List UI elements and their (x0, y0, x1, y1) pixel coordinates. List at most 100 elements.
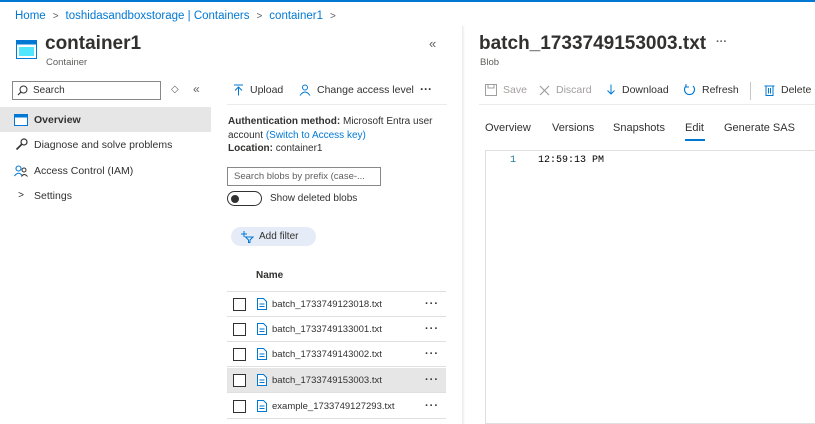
show-deleted-label: Show deleted blobs (270, 193, 358, 204)
delete-button[interactable]: Delete (764, 84, 811, 96)
trash-icon (764, 84, 775, 96)
tab-snapshots[interactable]: Snapshots (613, 122, 665, 134)
upload-icon (233, 84, 244, 96)
filter-add-icon (240, 230, 254, 243)
blob-prefix-placeholder: Search blobs by prefix (case-... (234, 171, 365, 182)
wrench-icon (14, 138, 28, 151)
breadcrumb-container[interactable]: container1 (269, 10, 323, 22)
breadcrumb-home[interactable]: Home (15, 10, 46, 22)
breadcrumb: Home > toshidasandboxstorage | Container… (15, 10, 343, 22)
column-header-name[interactable]: Name (256, 270, 283, 281)
chevron-right-icon: > (18, 190, 24, 201)
table-row[interactable]: batch_1733749143002.txt ··· (227, 342, 446, 367)
delete-label: Delete (781, 84, 812, 96)
collapse-panel-icon[interactable]: « (429, 36, 436, 51)
container-icon (16, 40, 37, 59)
auth-info: Authentication method: Microsoft Entra u… (228, 115, 453, 156)
blob-title: batch_1733749153003.txt (479, 33, 707, 54)
table-row[interactable]: example_1733749127293.txt ··· (227, 394, 446, 419)
row-checkbox[interactable] (233, 347, 246, 361)
row-more-icon[interactable]: ··· (418, 348, 446, 360)
page-subtitle: Container (46, 57, 88, 68)
nav-item-overview[interactable]: Overview (0, 107, 211, 132)
blob-prefix-search-input[interactable]: Search blobs by prefix (case-... (227, 167, 381, 186)
blob-name[interactable]: batch_1733749153003.txt (272, 375, 418, 386)
location-label: Location: (228, 143, 273, 154)
editor-line-text[interactable]: 12:59:13 PM (538, 155, 604, 166)
row-checkbox[interactable] (233, 373, 246, 387)
file-icon (257, 400, 267, 412)
breadcrumb-storage-containers[interactable]: toshidasandboxstorage | Containers (66, 10, 250, 22)
collapse-menu-icon[interactable]: « (193, 82, 200, 96)
file-icon (257, 374, 267, 386)
save-label: Save (503, 84, 527, 96)
upload-label: Upload (250, 84, 284, 96)
show-deleted-toggle[interactable] (227, 191, 262, 206)
tab-versions[interactable]: Versions (552, 122, 594, 134)
nav-item-label: Access Control (IAM) (34, 164, 134, 177)
nav-item-label: Settings (34, 189, 72, 202)
row-more-icon[interactable]: ··· (418, 400, 446, 412)
discard-button[interactable]: Discard (539, 84, 592, 96)
change-access-level-button[interactable]: Change access level (299, 84, 414, 96)
blob-name[interactable]: batch_1733749143002.txt (272, 349, 418, 360)
nav-item-settings[interactable]: > Settings (0, 183, 211, 208)
code-editor[interactable]: 1 12:59:13 PM (485, 150, 815, 424)
refresh-label: Refresh (702, 84, 739, 96)
upload-button[interactable]: Upload (233, 84, 283, 96)
menu-search-placeholder: Search (33, 85, 65, 96)
row-checkbox[interactable] (233, 399, 246, 413)
nav-item-diagnose[interactable]: Diagnose and solve problems (0, 132, 211, 157)
download-label: Download (622, 84, 669, 96)
change-access-label: Change access level (317, 84, 414, 96)
row-checkbox[interactable] (233, 322, 246, 336)
nav-item-label: Diagnose and solve problems (34, 138, 173, 151)
top-accent-bar (0, 0, 815, 2)
add-filter-label: Add filter (259, 231, 299, 242)
row-more-icon[interactable]: ··· (418, 374, 446, 386)
toolbar-divider (479, 104, 815, 105)
command-bar-divider (227, 104, 447, 105)
more-commands-icon[interactable]: ··· (420, 82, 432, 96)
blade-separator (462, 26, 465, 424)
table-row[interactable]: batch_1733749123018.txt ··· (227, 292, 446, 317)
file-icon (257, 348, 267, 360)
blob-more-icon[interactable]: ··· (716, 36, 727, 48)
menu-search-input[interactable]: Search (12, 81, 161, 100)
blob-name[interactable]: example_1733749127293.txt (272, 401, 418, 412)
blob-subtitle: Blob (480, 57, 500, 68)
auth-method-value-cont: account (228, 129, 264, 141)
row-more-icon[interactable]: ··· (418, 298, 446, 310)
blob-name[interactable]: batch_1733749123018.txt (272, 299, 418, 310)
nav-item-label: Overview (34, 113, 81, 126)
row-checkbox[interactable] (233, 297, 246, 311)
download-button[interactable]: Download (606, 84, 669, 96)
close-icon (539, 85, 550, 96)
file-icon (257, 298, 267, 310)
tab-generate-sas[interactable]: Generate SAS (724, 122, 795, 134)
table-row-selected[interactable]: batch_1733749153003.txt ··· (227, 368, 446, 393)
table-row[interactable]: batch_1733749133001.txt ··· (227, 317, 446, 342)
refresh-icon (683, 84, 696, 96)
people-icon (14, 164, 28, 177)
refresh-button[interactable]: Refresh (683, 84, 739, 96)
blob-name[interactable]: batch_1733749133001.txt (272, 324, 418, 335)
search-icon (17, 85, 28, 96)
save-button[interactable]: Save (485, 84, 527, 96)
menu-options-icon[interactable]: ◇ (171, 84, 179, 95)
row-more-icon[interactable]: ··· (418, 323, 446, 335)
tab-overview[interactable]: Overview (485, 122, 531, 134)
save-icon (485, 84, 497, 96)
toggle-knob (231, 194, 239, 203)
download-icon (606, 84, 616, 96)
breadcrumb-separator-icon: > (256, 10, 263, 22)
switch-access-key-link[interactable]: (Switch to Access key) (266, 130, 366, 141)
nav-item-access-control[interactable]: Access Control (IAM) (0, 158, 211, 183)
add-filter-button[interactable]: Add filter (231, 227, 316, 246)
tab-edit[interactable]: Edit (685, 122, 704, 134)
breadcrumb-separator-icon: > (52, 10, 59, 22)
auth-method-label: Authentication method: (228, 116, 341, 127)
discard-label: Discard (556, 84, 592, 96)
line-number: 1 (510, 155, 517, 166)
person-icon (299, 84, 311, 96)
